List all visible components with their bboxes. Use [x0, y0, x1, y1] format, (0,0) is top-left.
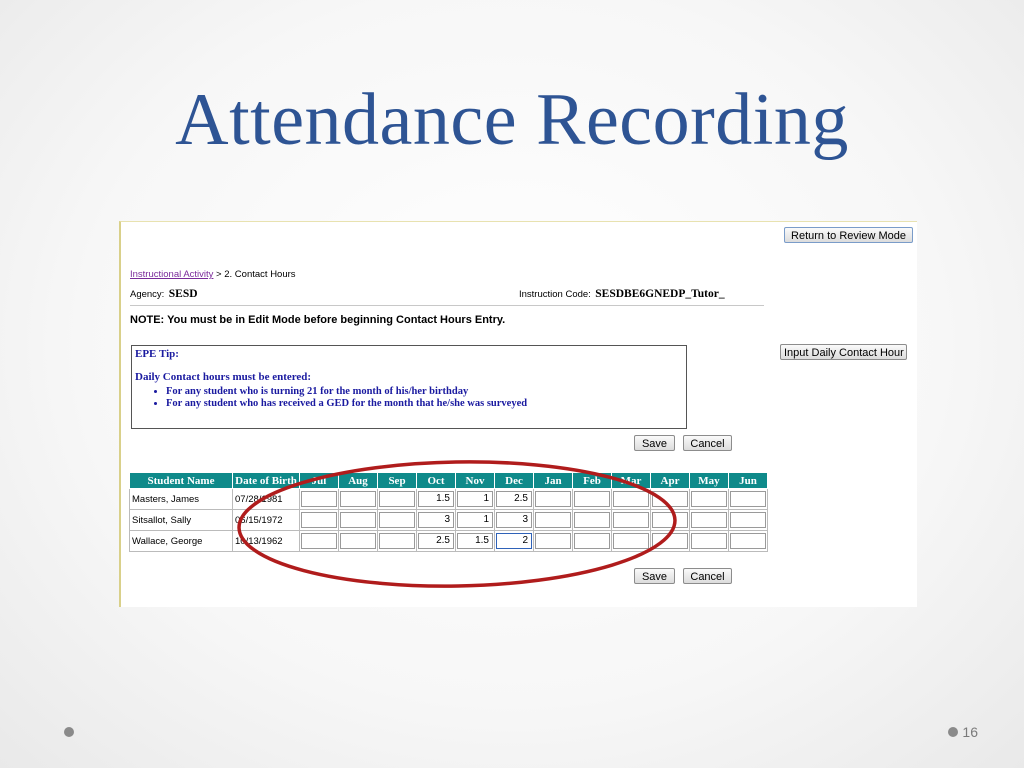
footer-dot-icon: [64, 727, 74, 737]
highlight-circle-annotation: [237, 460, 677, 588]
app-screenshot: Return to Review Mode 1. Enrollment 2. C…: [119, 221, 917, 607]
slide-page-number: 16: [962, 724, 978, 740]
slide-title: Attendance Recording: [175, 79, 849, 161]
footer-dot-icon: [948, 727, 958, 737]
